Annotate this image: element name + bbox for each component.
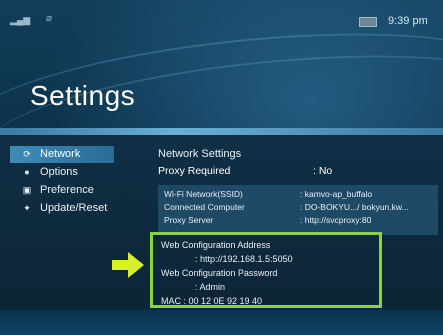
proxy-required-row[interactable]: Proxy Required : No <box>158 163 443 179</box>
page-title: Settings <box>30 80 136 111</box>
network-info-block: Wi-Fi Network(SSID) : kamvo-ap_buffalo C… <box>158 185 438 235</box>
info-label: Wi-Fi Network(SSID) <box>164 189 243 199</box>
update-icon: ✦ <box>23 203 31 213</box>
web-config-address-label: Web Configuration Address <box>161 240 271 250</box>
info-label: Proxy Server <box>164 215 214 225</box>
clock: 9:39 pm <box>388 15 428 27</box>
proxy-required-value: : No <box>313 165 333 177</box>
battery-icon <box>359 17 377 27</box>
sidebar-item-label: Update/Reset <box>40 202 108 214</box>
sidebar-item-label: Preference <box>40 184 94 196</box>
section-title: Network Settings <box>158 148 242 160</box>
info-value: : kamvo-ap_buffalo <box>300 189 373 199</box>
web-config-highlight: Web Configuration Address : http://192.1… <box>150 232 382 308</box>
bottom-bar <box>0 310 443 335</box>
preference-icon: ▣ <box>22 185 32 195</box>
web-config-password-label: Web Configuration Password <box>161 268 278 278</box>
status-bar: ▂▄▆ ⌀ 9:39 pm <box>0 0 443 40</box>
info-value: : DO-BOKYU.../ bokyun.kw... <box>300 202 409 212</box>
mac-address: MAC : 00 12 0E 92 19 40 <box>161 296 263 306</box>
web-config-info: Web Configuration Address : http://192.1… <box>161 238 293 308</box>
sidebar-item-update-reset[interactable]: ✦ Update/Reset <box>10 200 140 217</box>
info-row-ssid: Wi-Fi Network(SSID) : kamvo-ap_buffalo <box>164 188 432 201</box>
sidebar: ⟳ Network ● Options ▣ Preference ✦ Updat… <box>10 146 140 218</box>
info-value: : http://svcproxy:80 <box>300 215 372 225</box>
sidebar-item-label: Options <box>40 166 78 178</box>
network-icon: ⟳ <box>23 149 31 159</box>
pointer-arrow-icon <box>112 252 144 278</box>
web-config-address-value: : http://192.168.1.5:5050 <box>195 254 293 264</box>
network-settings: Network Settings Proxy Required : No Wi-… <box>158 146 443 235</box>
proxy-required-label: Proxy Required <box>158 165 231 177</box>
title-separator <box>0 128 443 135</box>
wifi-icon: ⌀ <box>46 13 53 24</box>
info-row-proxy: Proxy Server : http://svcproxy:80 <box>164 214 432 227</box>
info-row-computer: Connected Computer : DO-BOKYU.../ bokyun… <box>164 201 432 214</box>
sidebar-item-network[interactable]: ⟳ Network <box>10 146 114 163</box>
info-label: Connected Computer <box>164 202 245 212</box>
web-config-password-value: : Admin <box>195 282 226 292</box>
sidebar-item-preference[interactable]: ▣ Preference <box>10 182 140 199</box>
sidebar-item-label: Network <box>40 148 81 160</box>
sidebar-item-options[interactable]: ● Options <box>10 164 140 181</box>
options-icon: ● <box>24 167 30 177</box>
signal-icon: ▂▄▆ <box>10 15 31 25</box>
